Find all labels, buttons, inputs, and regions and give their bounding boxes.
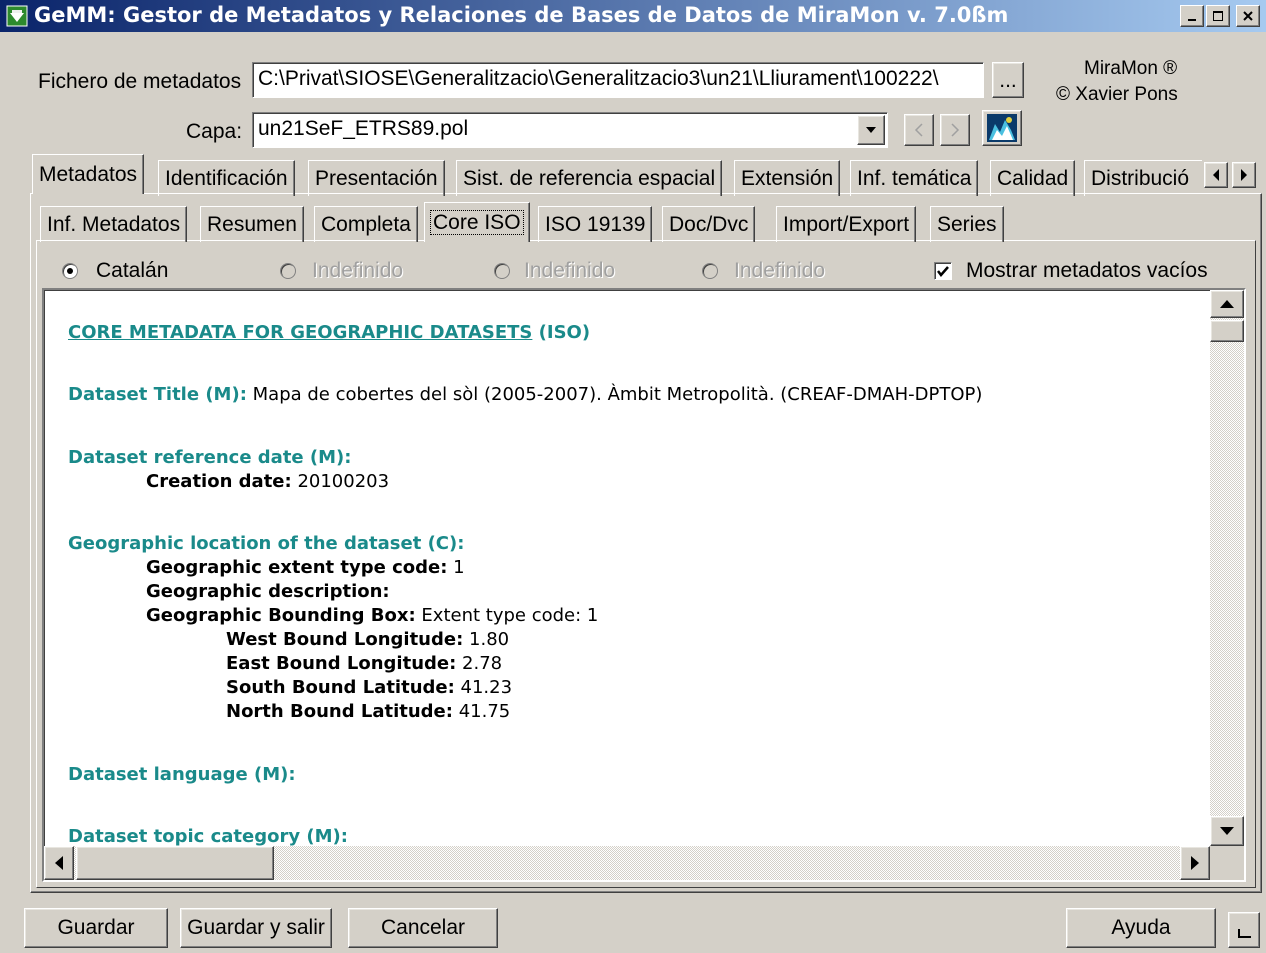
next-layer-button[interactable] [940, 114, 970, 146]
metadata-file-field[interactable]: C:\Privat\SIOSE\Generalitzacio\Generalit… [252, 62, 984, 98]
minimize-icon [1188, 19, 1196, 21]
browse-button[interactable]: ... [992, 62, 1024, 98]
brand-author: © Xavier Pons [1056, 84, 1178, 105]
geoloc-heading: Geographic location of the dataset (C): [68, 533, 465, 554]
checkmark-icon [937, 266, 949, 277]
grip-icon [1238, 929, 1251, 938]
arrow-right-icon [1241, 169, 1247, 181]
tab-distribucion[interactable]: Distribució [1084, 160, 1202, 196]
vertical-scrollbar[interactable] [1210, 290, 1244, 846]
lang-label-4: Indefinido [734, 259, 826, 282]
arrow-right-icon [1191, 856, 1199, 870]
close-icon [1243, 11, 1253, 21]
subtab-iso19139[interactable]: ISO 19139 [538, 206, 653, 242]
bbox-line: Geographic Bounding Box: Extent type cod… [146, 605, 599, 626]
arrow-left-icon [1213, 169, 1219, 181]
subtab-inf-metadatos[interactable]: Inf. Metadatos [40, 206, 188, 242]
lang-label-catalan: Catalán [96, 259, 169, 282]
arrow-left-icon [55, 856, 63, 870]
metadata-file-label: Fichero de metadatos [38, 70, 242, 93]
scroll-left-button[interactable] [44, 846, 74, 880]
save-exit-button[interactable]: Guardar y salir [180, 908, 332, 948]
lang-radio-catalan[interactable] [62, 263, 78, 279]
creation-date-line: Creation date: 20100203 [146, 471, 390, 492]
subtab-resumen[interactable]: Resumen [200, 206, 304, 242]
brand-miramon: MiraMon ® [1084, 58, 1178, 79]
north-bound-line: North Bound Latitude: 41.75 [226, 701, 511, 722]
metadata-file-path: C:\Privat\SIOSE\Generalitzacio\Generalit… [258, 67, 939, 90]
maximize-icon [1213, 11, 1223, 21]
lang-radio-4[interactable] [702, 263, 718, 279]
horizontal-scroll-thumb[interactable] [76, 846, 274, 880]
maximize-button[interactable] [1206, 5, 1230, 27]
chevron-left-icon [914, 123, 923, 137]
arrow-down-icon [1220, 827, 1234, 835]
chevron-down-icon [866, 127, 876, 133]
dataset-title-line: Dataset Title (M): Mapa de cobertes del … [68, 384, 983, 405]
layer-select-value: un21SeF_ETRS89.pol [258, 117, 469, 140]
arrow-up-icon [1220, 300, 1234, 308]
refdate-heading: Dataset reference date (M): [68, 447, 352, 468]
east-bound-line: East Bound Longitude: 2.78 [226, 653, 503, 674]
extent-type-line: Geographic extent type code: 1 [146, 557, 465, 578]
close-button[interactable] [1236, 5, 1260, 27]
lang-radio-3[interactable] [494, 263, 510, 279]
tab-sist-referencia[interactable]: Sist. de referencia espacial [456, 160, 723, 196]
tab-calidad[interactable]: Calidad [990, 160, 1076, 196]
help-button[interactable]: Ayuda [1066, 908, 1216, 948]
scroll-corner [1210, 846, 1244, 880]
miramon-map-icon [987, 114, 1017, 142]
subtab-core-iso[interactable]: Core ISO [424, 202, 530, 242]
cancel-button[interactable]: Cancelar [348, 908, 498, 948]
geo-desc-line: Geographic description: [146, 581, 390, 602]
scroll-down-button[interactable] [1210, 816, 1244, 846]
show-empty-label: Mostrar metadatos vacíos [966, 259, 1208, 282]
minimize-button[interactable] [1180, 5, 1204, 27]
show-empty-checkbox[interactable] [934, 262, 952, 280]
scroll-right-button[interactable] [1180, 846, 1210, 880]
language-heading: Dataset language (M): [68, 764, 296, 785]
tab-presentacion[interactable]: Presentación [308, 160, 445, 196]
window-title: GeMM: Gestor de Metadatos y Relaciones d… [34, 3, 1009, 27]
layer-dropdown-button[interactable] [857, 115, 885, 145]
tab-metadatos[interactable]: Metadatos [32, 154, 145, 194]
tab-extension[interactable]: Extensión [734, 160, 841, 196]
south-bound-line: South Bound Latitude: 41.23 [226, 677, 513, 698]
vertical-scroll-thumb[interactable] [1210, 320, 1244, 342]
subtab-doc-dvc[interactable]: Doc/Dvc [662, 206, 756, 242]
topic-heading: Dataset topic category (M): [68, 826, 348, 847]
doc-heading-link[interactable]: CORE METADATA FOR GEOGRAPHIC DATASETS [68, 322, 532, 343]
doc-heading: CORE METADATA FOR GEOGRAPHIC DATASETS (I… [68, 322, 591, 343]
metadata-document[interactable]: CORE METADATA FOR GEOGRAPHIC DATASETS (I… [42, 288, 1246, 882]
layer-label: Capa: [186, 120, 243, 143]
miramon-open-button[interactable] [982, 110, 1022, 146]
app-icon [6, 5, 28, 27]
lang-radio-2[interactable] [280, 263, 296, 279]
layer-select[interactable]: un21SeF_ETRS89.pol [252, 112, 888, 148]
tab-identificacion[interactable]: Identificación [158, 160, 295, 196]
lang-label-2: Indefinido [312, 259, 404, 282]
tab-inf-tematica[interactable]: Inf. temática [850, 160, 979, 196]
subtab-import-export[interactable]: Import/Export [776, 206, 917, 242]
tabs-scroll-left[interactable] [1204, 162, 1228, 188]
prev-layer-button[interactable] [904, 114, 934, 146]
chevron-right-icon [951, 123, 960, 137]
scroll-up-button[interactable] [1210, 290, 1244, 318]
resize-grip[interactable] [1228, 912, 1260, 948]
tabs-scroll-right[interactable] [1232, 162, 1256, 188]
lang-label-3: Indefinido [524, 259, 616, 282]
subtab-series[interactable]: Series [930, 206, 1004, 242]
subtab-completa[interactable]: Completa [314, 206, 418, 242]
save-button[interactable]: Guardar [24, 908, 168, 948]
west-bound-line: West Bound Longitude: 1.80 [226, 629, 510, 650]
